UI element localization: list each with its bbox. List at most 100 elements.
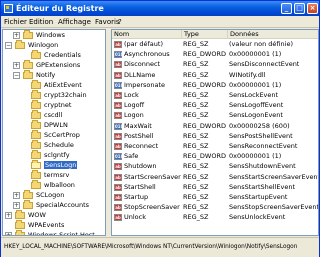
- tree-item-label: cryptnet: [44, 101, 72, 109]
- column-header-type[interactable]: Type: [182, 30, 228, 39]
- string-value-icon: ab: [114, 132, 122, 140]
- expand-icon[interactable]: +: [13, 202, 20, 209]
- tree-item[interactable]: cryptnet: [3, 100, 105, 111]
- value-type: REG_SZ: [183, 142, 209, 150]
- tree-item-label: Schedule: [44, 141, 74, 149]
- value-row[interactable]: ab (par défaut) REG_SZ (valeur non définie): [112, 40, 318, 50]
- value-row[interactable]: ab StartShell REG_SZ SensStartShellEvent: [112, 182, 318, 193]
- close-button[interactable]: ×: [307, 3, 318, 14]
- tree-item[interactable]: − Notify: [3, 70, 105, 81]
- tree-item[interactable]: AtiExtEvent: [3, 80, 105, 91]
- value-row[interactable]: 010 Impersonate REG_DWORD 0x00000001 (1): [112, 80, 318, 91]
- folder-icon: [15, 40, 25, 49]
- folder-icon: [31, 90, 41, 99]
- value-row[interactable]: ab DLLName REG_SZ WINotify.dll: [112, 70, 318, 81]
- value-type: REG_SZ: [183, 91, 209, 99]
- folder-icon: [23, 190, 33, 199]
- value-row[interactable]: ab Logon REG_SZ SensLogonEvent: [112, 111, 318, 121]
- string-value-icon: ab: [114, 61, 122, 69]
- value-row[interactable]: ab StartScreenSaver REG_SZ SensStartScreenS…: [112, 173, 318, 183]
- tree-item[interactable]: wlballoon: [3, 180, 105, 191]
- value-row[interactable]: ab Logoff REG_SZ SensLogoffEvent: [112, 101, 318, 111]
- value-type: REG_SZ: [183, 213, 209, 222]
- tree-item[interactable]: sclgntfy: [3, 150, 105, 161]
- folder-icon: [15, 230, 25, 235]
- expand-icon[interactable]: +: [5, 212, 12, 219]
- tree-item[interactable]: Credentials: [3, 50, 105, 61]
- tree-item-label: DPWLN: [44, 121, 68, 129]
- column-header-name[interactable]: Nom: [112, 30, 182, 39]
- tree-item[interactable]: + GPExtensions: [3, 60, 105, 71]
- tree-item-label: sclgntfy: [44, 151, 70, 159]
- tree-item-label: AtiExtEvent: [44, 81, 82, 89]
- expand-icon[interactable]: +: [5, 232, 12, 235]
- value-row[interactable]: ab PostShell REG_SZ SensPostShellEvent: [112, 132, 318, 142]
- value-row[interactable]: ab StopScreenSaver REG_SZ SensStopScreenSav…: [112, 203, 318, 213]
- value-type: REG_SZ: [183, 182, 209, 191]
- value-row[interactable]: ab Lock REG_SZ SensLockEvent: [112, 91, 318, 101]
- value-data: (valeur non définie): [229, 40, 293, 48]
- string-value-icon: ab: [114, 163, 122, 171]
- maximize-button[interactable]: □: [294, 3, 305, 14]
- menu-favoris[interactable]: Favoris: [95, 18, 120, 26]
- dword-value-icon: 010: [114, 153, 124, 161]
- tree-item[interactable]: SensLogn: [3, 160, 105, 171]
- value-row[interactable]: 010 Asynchronous REG_DWORD 0x00000001 (1): [112, 50, 318, 60]
- value-type: REG_DWORD: [183, 80, 226, 89]
- tree-item[interactable]: cscdll: [3, 110, 105, 121]
- folder-icon: [31, 50, 41, 59]
- collapse-icon[interactable]: −: [5, 42, 12, 49]
- folder-icon: [31, 120, 41, 129]
- folder-icon: [31, 160, 41, 169]
- value-data: WINotify.dll: [229, 70, 266, 79]
- menu-help[interactable]: ?: [118, 18, 122, 26]
- tree-item[interactable]: ScCertProp: [3, 130, 105, 141]
- value-data: SensShutdownEvent: [229, 162, 296, 171]
- menu-fichier[interactable]: Fichier: [4, 18, 27, 26]
- tree-item[interactable]: DPWLN: [3, 120, 105, 131]
- value-data: SensLogonEvent: [229, 111, 283, 120]
- value-name: Logon: [124, 111, 144, 120]
- menu-affichage[interactable]: Affichage: [58, 18, 91, 26]
- tree-item[interactable]: termsrv: [3, 170, 105, 181]
- collapse-icon[interactable]: −: [13, 72, 20, 79]
- value-name: Unlock: [124, 213, 146, 222]
- dword-value-icon: 010: [114, 122, 124, 130]
- value-data: 0x00000001 (1): [229, 50, 282, 59]
- tree-item[interactable]: Schedule: [3, 140, 105, 151]
- value-row[interactable]: 010 Safe REG_DWORD 0x00000001 (1): [112, 152, 318, 162]
- string-value-icon: ab: [114, 92, 122, 99]
- value-row[interactable]: 010 MaxWait REG_DWORD 0x00000258 (600): [112, 122, 318, 132]
- expand-icon[interactable]: +: [13, 32, 20, 39]
- value-row[interactable]: ab Startup REG_SZ SensStartupEvent: [112, 193, 318, 203]
- value-name: Impersonate: [124, 80, 166, 89]
- folder-icon: [23, 60, 33, 69]
- tree-item[interactable]: + Windows Script Host: [3, 230, 105, 235]
- expand-icon[interactable]: +: [13, 62, 20, 69]
- menu-edition[interactable]: Edition: [29, 18, 53, 26]
- title-bar[interactable]: Éditeur du Registre _ □ ×: [1, 1, 319, 16]
- tree-item-label: ScCertProp: [44, 131, 80, 139]
- dword-value-icon: 010: [114, 51, 124, 59]
- tree-item-label: GPExtensions: [36, 61, 81, 69]
- value-row[interactable]: ab Disconnect REG_SZ SensDisconnectEvent: [112, 60, 318, 70]
- column-header-data[interactable]: Données: [228, 30, 318, 39]
- value-data: SensStartupEvent: [229, 193, 288, 201]
- tree-item[interactable]: + SCLogon: [3, 190, 105, 201]
- value-row[interactable]: ab Unlock REG_SZ SensUnlockEvent: [112, 213, 318, 223]
- tree-item[interactable]: − Winlogon: [3, 40, 105, 51]
- value-type: REG_SZ: [183, 203, 209, 212]
- string-value-icon: ab: [114, 204, 122, 212]
- value-row[interactable]: ab Shutdown REG_SZ SensShutdownEvent: [112, 162, 318, 172]
- value-name: StartShell: [124, 182, 156, 191]
- value-row[interactable]: ab Reconnect REG_SZ SensReconnectEvent: [112, 142, 318, 152]
- string-value-icon: ab: [114, 143, 122, 150]
- regedit-window: Éditeur du Registre _ □ × Fichier Editio…: [0, 0, 320, 257]
- minimize-button[interactable]: _: [281, 3, 292, 14]
- string-value-icon: ab: [114, 214, 122, 222]
- registry-key-tree[interactable]: + Windows − Winlogon Credentials + GPExtension…: [2, 29, 106, 236]
- expand-icon[interactable]: +: [13, 192, 20, 199]
- value-data: SensReconnectEvent: [229, 142, 298, 150]
- tree-item[interactable]: crypt32chain: [3, 90, 105, 101]
- registry-values-list[interactable]: Nom Type Données ab (par défaut) REG_SZ (va…: [111, 29, 319, 236]
